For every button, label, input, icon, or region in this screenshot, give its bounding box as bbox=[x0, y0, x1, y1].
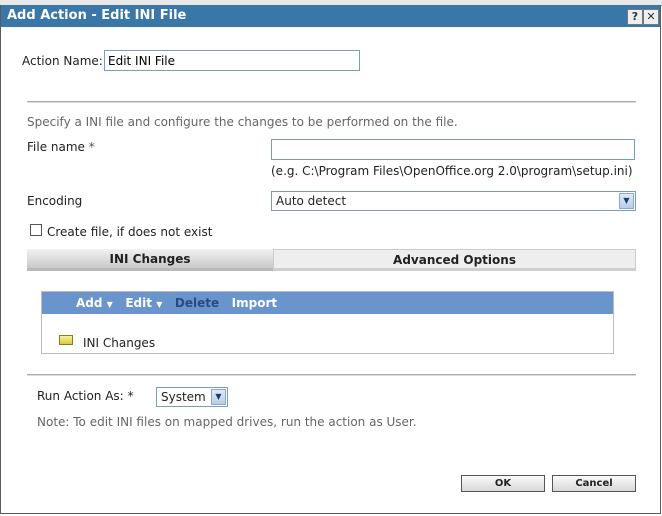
help-button[interactable]: ? bbox=[627, 9, 643, 25]
divider bbox=[27, 374, 636, 376]
cancel-button[interactable]: Cancel bbox=[552, 475, 636, 492]
ini-changes-panel: Add ▼ Edit ▼ Delete Import INI Changes bbox=[41, 291, 614, 354]
divider bbox=[27, 101, 636, 103]
required-marker: * bbox=[88, 140, 95, 154]
edit-label: Edit bbox=[125, 296, 152, 310]
create-file-label: Create file, if does not exist bbox=[47, 225, 213, 239]
file-name-input[interactable] bbox=[271, 139, 635, 160]
dialog-title: Add Action - Edit INI File bbox=[1, 5, 660, 27]
run-as-select[interactable]: System ▼ bbox=[156, 387, 228, 407]
import-button[interactable]: Import bbox=[232, 296, 277, 310]
file-name-hint: (e.g. C:\Program Files\OpenOffice.org 2.… bbox=[271, 164, 633, 178]
panel-toolbar: Add ▼ Edit ▼ Delete Import bbox=[42, 292, 613, 314]
encoding-label: Encoding bbox=[27, 194, 83, 208]
caret-down-icon: ▼ bbox=[106, 300, 113, 309]
create-file-checkbox[interactable] bbox=[30, 224, 42, 236]
description-text: Specify a INI file and configure the cha… bbox=[27, 115, 458, 129]
action-name-label: Action Name: bbox=[22, 54, 103, 68]
caret-down-icon: ▼ bbox=[156, 300, 163, 309]
folder-icon bbox=[59, 335, 73, 345]
tree-item-ini-changes[interactable]: INI Changes bbox=[83, 336, 155, 350]
close-button[interactable]: ✕ bbox=[643, 9, 659, 25]
note-text: Note: To edit INI files on mapped drives… bbox=[37, 415, 417, 429]
chevron-down-icon: ▼ bbox=[211, 389, 226, 405]
encoding-value: Auto detect bbox=[276, 194, 347, 208]
add-label: Add bbox=[76, 296, 103, 310]
run-as-label: Run Action As: * bbox=[37, 389, 134, 403]
encoding-select[interactable]: Auto detect ▼ bbox=[271, 191, 636, 211]
delete-button[interactable]: Delete bbox=[175, 296, 219, 310]
action-name-input[interactable] bbox=[104, 50, 360, 71]
edit-menu[interactable]: Edit ▼ bbox=[125, 296, 162, 310]
run-as-label-text: Run Action As: bbox=[37, 389, 124, 403]
file-name-label-text: File name bbox=[27, 140, 85, 154]
chevron-down-icon: ▼ bbox=[619, 193, 634, 209]
tab-ini-changes[interactable]: INI Changes bbox=[27, 249, 273, 271]
required-marker: * bbox=[127, 389, 134, 403]
ok-button[interactable]: OK bbox=[461, 475, 545, 492]
run-as-value: System bbox=[161, 390, 206, 404]
add-menu[interactable]: Add ▼ bbox=[76, 296, 113, 310]
file-name-label: File name * bbox=[27, 140, 95, 154]
tab-advanced-options[interactable]: Advanced Options bbox=[273, 249, 636, 271]
